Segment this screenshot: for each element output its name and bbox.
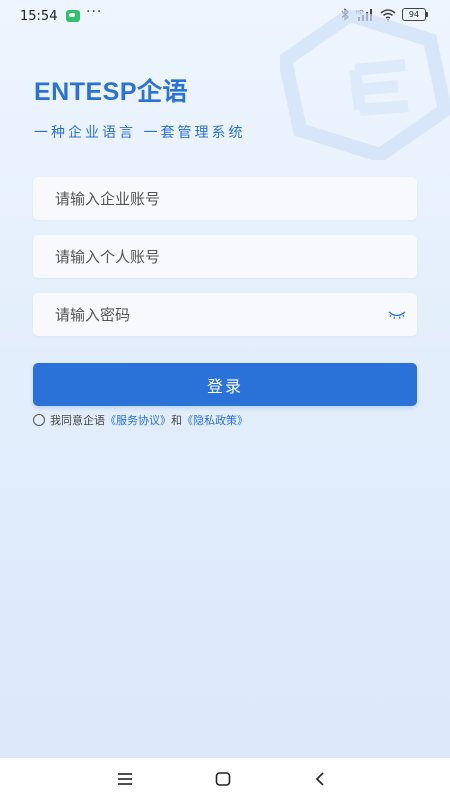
brand-block: ENTESP企语 一种企业语言 一套管理系统 <box>34 72 245 142</box>
agreement-and: 和 <box>171 414 182 427</box>
agree-checkbox[interactable] <box>33 414 45 426</box>
login-button[interactable]: 登录 <box>33 363 417 406</box>
system-nav-bar <box>0 758 450 800</box>
company-account-input[interactable] <box>33 177 417 220</box>
password-input[interactable] <box>33 293 417 336</box>
more-icon: ··· <box>86 4 103 20</box>
home-icon[interactable] <box>214 770 232 788</box>
wechat-icon <box>66 10 80 22</box>
company-account-field[interactable] <box>33 177 417 220</box>
status-time: 15:54 <box>20 9 58 24</box>
brand-slogan: 一种企业语言 一套管理系统 <box>34 125 246 141</box>
menu-icon[interactable] <box>116 770 134 788</box>
back-icon[interactable] <box>312 770 330 788</box>
agreement-row: 我同意企语 《服务协议》 和 《隐私政策》 <box>33 412 248 428</box>
eye-closed-icon[interactable] <box>387 307 407 321</box>
agreement-prefix: 我同意企语 <box>50 414 105 427</box>
brand-logo: ENTESP企语 <box>34 78 189 106</box>
service-agreement-link[interactable]: 《服务协议》 <box>105 412 171 428</box>
brand-watermark-icon <box>280 10 450 160</box>
password-field[interactable] <box>33 293 417 336</box>
privacy-policy-link[interactable]: 《隐私政策》 <box>182 412 248 428</box>
personal-account-field[interactable] <box>33 235 417 278</box>
personal-account-input[interactable] <box>33 235 417 278</box>
